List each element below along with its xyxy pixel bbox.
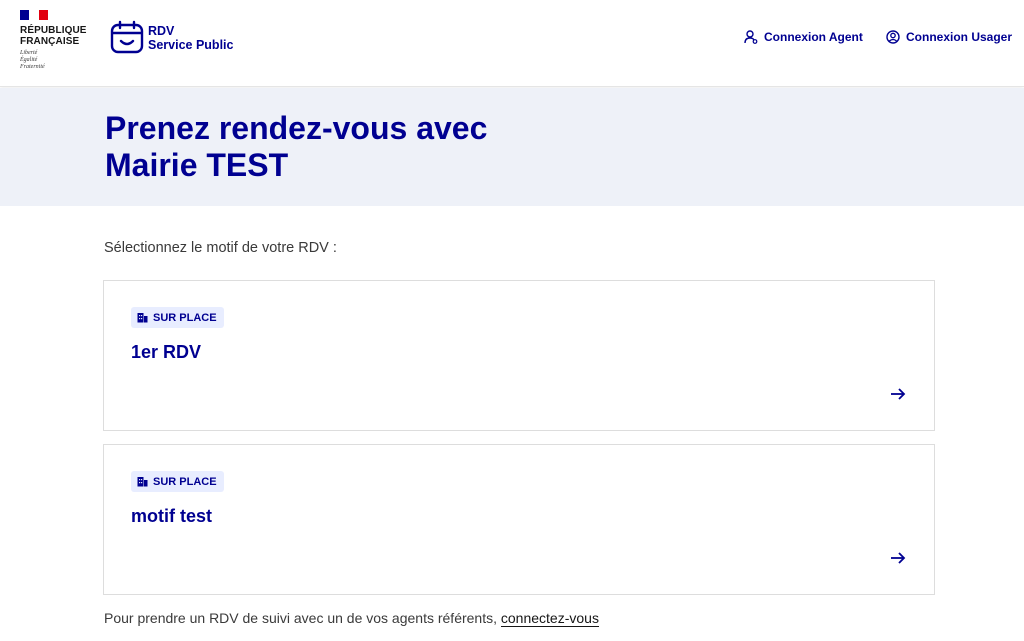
user-circle-icon — [886, 30, 900, 44]
motif-title: motif test — [131, 506, 212, 526]
arrow-right-icon[interactable] — [889, 549, 907, 567]
marianne-flag-icon — [20, 10, 48, 20]
republic-name: RÉPUBLIQUE FRANÇAISE — [20, 25, 87, 47]
user-agent-icon — [744, 30, 758, 44]
building-icon — [137, 477, 148, 487]
motif-card-motif-test[interactable]: SUR PLACE motif test — [103, 444, 935, 595]
follow-up-text: Pour prendre un RDV de suivi avec un de … — [104, 610, 599, 627]
page-banner: Prenez rendez-vous avec Mairie TEST — [0, 88, 1024, 206]
motif-card-1er-rdv[interactable]: SUR PLACE 1er RDV — [103, 280, 935, 431]
republic-motto: Liberté Égalité Fraternité — [20, 50, 45, 70]
motif-prompt: Sélectionnez le motif de votre RDV : — [104, 240, 337, 256]
connexion-agent-link[interactable]: Connexion Agent — [744, 30, 863, 44]
site-header: RÉPUBLIQUE FRANÇAISE Liberté Égalité Fra… — [0, 0, 1024, 87]
motif-title: 1er RDV — [131, 342, 202, 362]
connectez-vous-link[interactable]: connectez-vous — [500, 610, 599, 627]
service-title[interactable]: RDV Service Public — [148, 24, 233, 52]
republique-francaise-logo[interactable]: RÉPUBLIQUE FRANÇAISE Liberté Égalité Fra… — [20, 10, 100, 71]
arrow-right-icon[interactable] — [889, 385, 907, 403]
calendar-smile-icon[interactable] — [110, 20, 144, 54]
location-badge: SUR PLACE — [131, 471, 224, 492]
location-badge: SUR PLACE — [131, 307, 224, 328]
connexion-usager-link[interactable]: Connexion Usager — [886, 30, 1012, 44]
page-title: Prenez rendez-vous avec Mairie TEST — [105, 110, 488, 183]
building-icon — [137, 313, 148, 323]
